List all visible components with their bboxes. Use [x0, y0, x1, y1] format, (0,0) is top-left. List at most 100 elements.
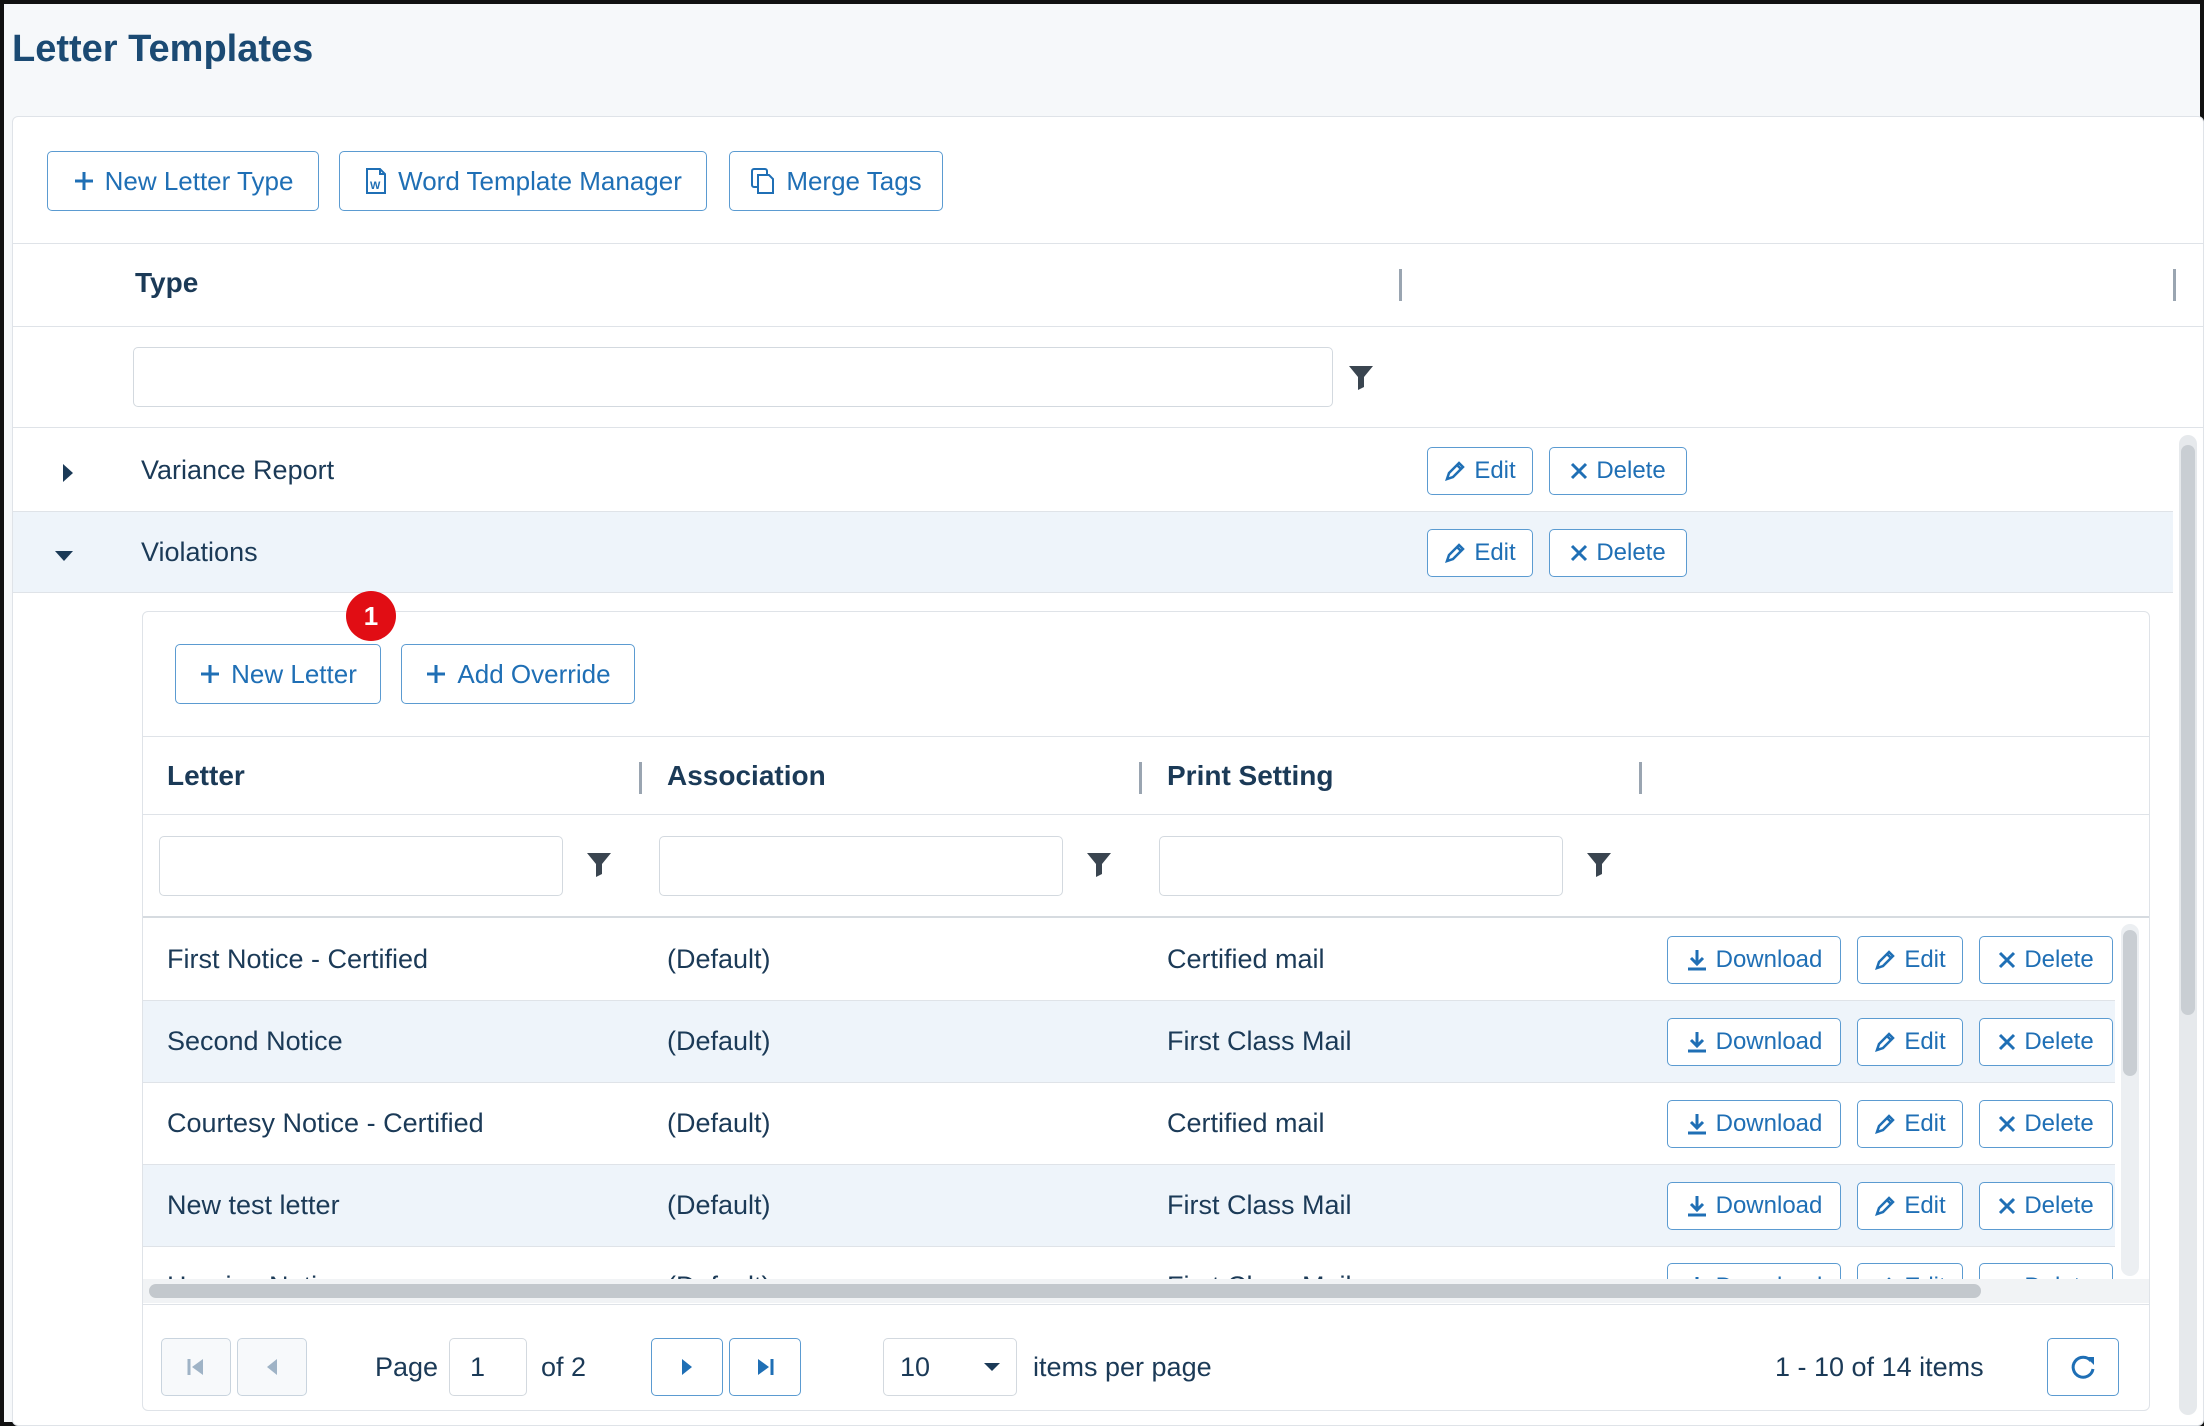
next-page-icon	[679, 1357, 695, 1377]
merge-tags-button[interactable]: Merge Tags	[729, 151, 943, 211]
refresh-icon	[2069, 1353, 2097, 1381]
page-size-select[interactable]: 10	[883, 1338, 1017, 1396]
delete-label: Delete	[1596, 539, 1666, 566]
close-icon	[1570, 462, 1588, 480]
column-resize-handle[interactable]	[639, 762, 642, 794]
type-row-label: Violations	[141, 537, 258, 567]
column-header-type[interactable]: Type	[135, 267, 198, 299]
first-page-button[interactable]	[161, 1338, 231, 1396]
copy-icon	[750, 167, 776, 195]
print-setting-filter-input[interactable]	[1159, 836, 1563, 896]
print-setting-cell: First Class Mail	[1167, 1190, 1352, 1220]
edit-button[interactable]: Edit	[1857, 1263, 1963, 1279]
caret-right-icon[interactable]	[61, 462, 75, 484]
column-header-print-setting[interactable]: Print Setting	[1167, 760, 1333, 792]
download-label: Download	[1715, 946, 1823, 973]
print-setting-cell: First Class Mail	[1167, 1271, 1352, 1279]
edit-button[interactable]: Edit	[1427, 529, 1533, 577]
detail-horizontal-scrollbar[interactable]	[143, 1279, 2149, 1303]
dropdown-caret-icon	[984, 1363, 1000, 1371]
delete-button[interactable]: Delete	[1979, 1182, 2113, 1230]
letter-filter-input[interactable]	[159, 836, 563, 896]
delete-label: Delete	[2024, 946, 2094, 973]
edit-button[interactable]: Edit	[1857, 1182, 1963, 1230]
download-button[interactable]: Download	[1667, 936, 1841, 984]
page-number-input[interactable]: 1	[449, 1338, 527, 1396]
filter-icon[interactable]	[1585, 850, 1613, 878]
download-button[interactable]: Download	[1667, 1018, 1841, 1066]
new-letter-type-button[interactable]: New Letter Type	[47, 151, 319, 211]
edit-button[interactable]: Edit	[1427, 447, 1533, 495]
page-count-label: of 2	[541, 1352, 587, 1382]
download-button[interactable]: Download	[1667, 1182, 1841, 1230]
column-header-association[interactable]: Association	[667, 760, 826, 792]
new-letter-label: New Letter	[231, 658, 357, 689]
print-setting-cell: First Class Mail	[1167, 1026, 1352, 1056]
filter-icon[interactable]	[1085, 850, 1113, 878]
delete-button[interactable]: Delete	[1979, 936, 2113, 984]
outer-scrollbar-thumb[interactable]	[2181, 445, 2195, 1015]
word-doc-icon: W	[364, 167, 388, 195]
download-icon	[1686, 1194, 1708, 1218]
association-filter-input[interactable]	[659, 836, 1063, 896]
last-page-button[interactable]	[729, 1338, 801, 1396]
edit-label: Edit	[1904, 946, 1946, 973]
window-frame: Letter Templates New Letter Type W Word …	[0, 0, 2204, 1426]
detail-horizontal-scrollbar-thumb[interactable]	[149, 1284, 1981, 1298]
delete-label: Delete	[1596, 457, 1666, 484]
pencil-icon	[1874, 1113, 1896, 1135]
column-resize-handle[interactable]	[1139, 762, 1142, 794]
letter-cell: Courtesy Notice - Certified	[167, 1108, 484, 1138]
pencil-icon	[1444, 542, 1466, 564]
merge-tags-label: Merge Tags	[786, 165, 922, 196]
delete-button[interactable]: Delete	[1979, 1100, 2113, 1148]
new-letter-type-label: New Letter Type	[104, 165, 294, 196]
close-icon	[1570, 544, 1588, 562]
delete-button[interactable]: Delete	[1979, 1263, 2113, 1279]
print-setting-cell: Certified mail	[1167, 1108, 1325, 1138]
edit-button[interactable]: Edit	[1857, 936, 1963, 984]
edit-label: Edit	[1904, 1028, 1946, 1055]
caret-down-icon[interactable]	[53, 549, 75, 563]
close-icon	[1998, 1033, 2016, 1051]
page-title: Letter Templates	[12, 28, 314, 70]
divider	[143, 814, 2149, 815]
association-cell: (Default)	[667, 1271, 771, 1279]
outer-scrollbar[interactable]	[2179, 435, 2197, 1415]
column-header-letter[interactable]: Letter	[167, 760, 245, 792]
column-resize-handle[interactable]	[1399, 269, 1402, 301]
letter-cell: Second Notice	[167, 1026, 343, 1056]
delete-button[interactable]: Delete	[1549, 529, 1687, 577]
type-row-label: Variance Report	[141, 455, 335, 485]
filter-icon[interactable]	[1347, 363, 1375, 391]
delete-button[interactable]: Delete	[1979, 1018, 2113, 1066]
column-resize-handle[interactable]	[2173, 269, 2176, 301]
download-button[interactable]: Download	[1667, 1263, 1841, 1279]
items-per-page-label: items per page	[1033, 1352, 1212, 1382]
notification-badge: 1	[346, 591, 396, 641]
edit-button[interactable]: Edit	[1857, 1018, 1963, 1066]
download-label: Download	[1715, 1192, 1823, 1219]
edit-label: Edit	[1904, 1110, 1946, 1137]
type-filter-input[interactable]	[133, 347, 1333, 407]
next-page-button[interactable]	[651, 1338, 723, 1396]
word-template-manager-button[interactable]: W Word Template Manager	[339, 151, 707, 211]
last-page-icon	[755, 1357, 775, 1377]
column-resize-handle[interactable]	[1639, 762, 1642, 794]
refresh-button[interactable]	[2047, 1338, 2119, 1396]
letter-cell: First Notice - Certified	[167, 944, 429, 974]
edit-button[interactable]: Edit	[1857, 1100, 1963, 1148]
delete-label: Delete	[2024, 1110, 2094, 1137]
print-setting-cell: Certified mail	[1167, 944, 1325, 974]
delete-button[interactable]: Delete	[1549, 447, 1687, 495]
download-button[interactable]: Download	[1667, 1100, 1841, 1148]
new-letter-button[interactable]: New Letter	[175, 644, 381, 704]
word-template-manager-label: Word Template Manager	[398, 165, 682, 196]
pencil-icon	[1874, 1031, 1896, 1053]
add-override-button[interactable]: Add Override	[401, 644, 635, 704]
letter-cell: New test letter	[167, 1190, 340, 1220]
filter-icon[interactable]	[585, 850, 613, 878]
prev-page-button[interactable]	[237, 1338, 307, 1396]
detail-vertical-scrollbar-thumb[interactable]	[2123, 930, 2137, 1076]
detail-vertical-scrollbar[interactable]	[2121, 924, 2139, 1276]
